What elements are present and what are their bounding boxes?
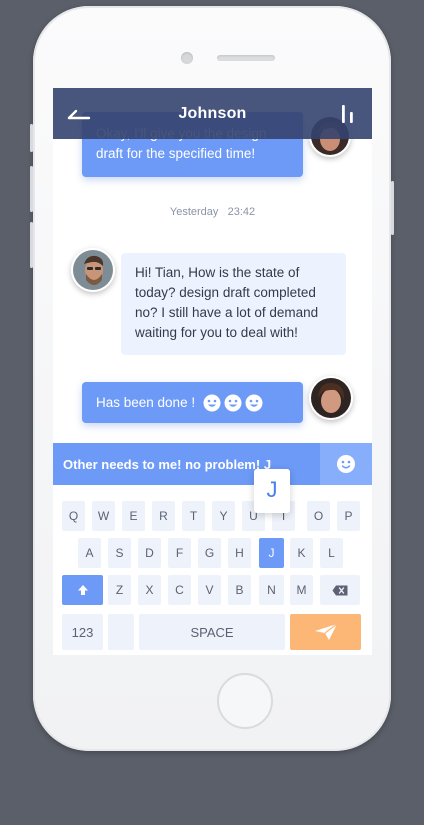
chat-header: Johnson: [53, 88, 372, 139]
key-p[interactable]: P: [337, 501, 360, 531]
incoming-message: Hi! Tian, How is the state of today? des…: [121, 253, 346, 355]
smile-emoji-icon: [203, 394, 221, 411]
smile-emoji-icon: [224, 394, 242, 411]
key-x[interactable]: X: [138, 575, 161, 605]
chat-title: Johnson: [178, 104, 247, 122]
smile-emoji-icon: [245, 394, 263, 411]
menu-bars-icon[interactable]: [338, 103, 358, 125]
message-text: Has been done !: [96, 394, 196, 410]
power-button: [391, 181, 394, 235]
key-h[interactable]: H: [228, 538, 251, 568]
input-value: Other needs to me! no problem!: [63, 456, 261, 472]
keyboard: Q W E R T Y U I O P A S D F G H J K L Z …: [53, 469, 372, 655]
timestamp: Yesterday 23:42: [53, 206, 372, 218]
back-arrow-icon[interactable]: [67, 105, 91, 123]
send-key[interactable]: [290, 614, 361, 650]
message-line: waiting for you to deal with!: [135, 325, 298, 340]
backspace-icon: [332, 585, 348, 595]
key-d[interactable]: D: [138, 538, 161, 568]
key-r[interactable]: R: [152, 501, 175, 531]
paper-plane-icon: [314, 623, 337, 640]
avatar-photo: [311, 378, 351, 418]
numbers-key[interactable]: 123: [62, 614, 103, 650]
volume-button: [30, 124, 33, 152]
avatar[interactable]: [309, 376, 353, 420]
key-c[interactable]: C: [168, 575, 191, 605]
key-a[interactable]: A: [78, 538, 101, 568]
message-line: no? I still have a lot of demand: [135, 305, 319, 320]
message-input-bar[interactable]: Other needs to me! no problem! J: [53, 443, 372, 485]
phone-screen: Johnson Okay, I'll give you the design d…: [53, 88, 372, 655]
key-o[interactable]: O: [307, 501, 330, 531]
key-l[interactable]: L: [320, 538, 343, 568]
key-b[interactable]: B: [228, 575, 251, 605]
key-n[interactable]: N: [259, 575, 284, 605]
avatar[interactable]: [71, 248, 115, 292]
message-line: draft for the specified time!: [96, 146, 256, 161]
key-z[interactable]: Z: [108, 575, 131, 605]
shift-arrow-icon: [77, 585, 88, 595]
backspace-key[interactable]: [320, 575, 360, 605]
key-g[interactable]: G: [198, 538, 221, 568]
chat-area: Johnson Okay, I'll give you the design d…: [53, 88, 372, 443]
key-q[interactable]: Q: [62, 501, 85, 531]
blank-key[interactable]: [108, 614, 134, 650]
smiley-icon: [337, 455, 355, 473]
volume-button: [30, 222, 33, 268]
message-line: Hi! Tian, How is the state of: [135, 265, 300, 280]
key-k[interactable]: K: [290, 538, 313, 568]
key-v[interactable]: V: [198, 575, 221, 605]
timestamp-time: 23:42: [227, 206, 256, 218]
message-input[interactable]: Other needs to me! no problem! J: [53, 457, 271, 472]
home-button[interactable]: [217, 673, 273, 729]
key-m[interactable]: M: [290, 575, 313, 605]
key-f[interactable]: F: [168, 538, 191, 568]
timestamp-day: Yesterday: [169, 206, 219, 218]
key-j-pressed[interactable]: J: [259, 538, 284, 568]
space-key[interactable]: SPACE: [139, 614, 285, 650]
avatar-photo: [73, 250, 113, 290]
key-y[interactable]: Y: [212, 501, 235, 531]
key-e[interactable]: E: [122, 501, 145, 531]
emoji-button[interactable]: [320, 443, 372, 485]
earpiece-speaker: [217, 55, 275, 61]
message-line: today? design draft completed: [135, 285, 316, 300]
shift-key[interactable]: [62, 575, 103, 605]
volume-button: [30, 166, 33, 212]
key-popup: J: [254, 469, 290, 513]
outgoing-message: Has been done !: [82, 382, 303, 423]
key-s[interactable]: S: [108, 538, 131, 568]
front-camera: [181, 52, 193, 64]
key-w[interactable]: W: [92, 501, 115, 531]
key-t[interactable]: T: [182, 501, 205, 531]
